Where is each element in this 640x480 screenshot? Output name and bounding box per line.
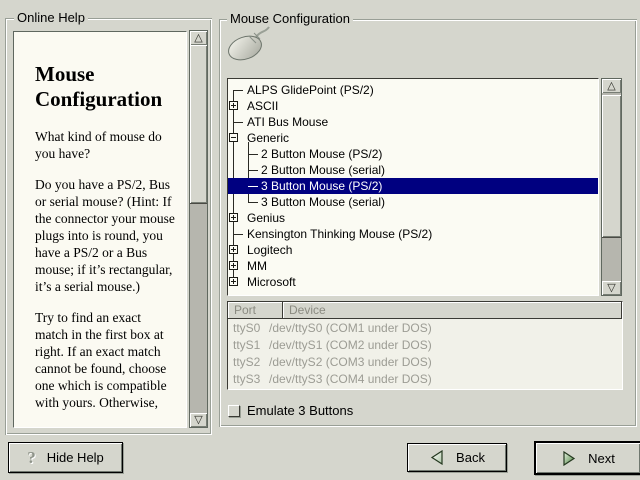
emulate-3-buttons-label: Emulate 3 Buttons	[247, 403, 353, 418]
tree-branch-tick	[248, 170, 258, 171]
tree-item-label: 2 Button Mouse (PS/2)	[261, 146, 382, 162]
port-column-header[interactable]: Port	[228, 302, 283, 319]
tree-item-label: Genius	[247, 210, 285, 226]
serial-port-row: ttyS3/dev/ttyS3 (COM4 under DOS)	[228, 371, 622, 388]
tree-row[interactable]: Microsoft	[228, 274, 598, 290]
back-button-label: Back	[456, 450, 485, 465]
tree-branch-tick	[248, 202, 258, 203]
tree-row[interactable]: ALPS GlidePoint (PS/2)	[228, 82, 598, 98]
tree-item-label: ASCII	[247, 98, 278, 114]
tree-branch-tick	[233, 90, 243, 91]
tree-item-label: Microsoft	[247, 274, 296, 290]
help-heading: Mouse Configuration	[35, 62, 177, 112]
tree-row[interactable]: 3 Button Mouse (serial)	[228, 194, 598, 210]
tree-row[interactable]: Generic	[228, 130, 598, 146]
tree-item-label: ALPS GlidePoint (PS/2)	[247, 82, 374, 98]
device-cell: /dev/ttyS3 (COM4 under DOS)	[269, 371, 432, 388]
help-paragraph: What kind of mouse do you have?	[35, 128, 177, 162]
tree-item-label: 3 Button Mouse (serial)	[261, 194, 385, 210]
tree-item-label: ATI Bus Mouse	[247, 114, 328, 130]
tree-row[interactable]: 3 Button Mouse (PS/2)	[228, 178, 598, 194]
tree-row[interactable]: MM	[228, 258, 598, 274]
tree-branch-tick	[248, 186, 258, 187]
serial-port-row: ttyS2/dev/ttyS2 (COM3 under DOS)	[228, 354, 622, 371]
tree-row[interactable]: 2 Button Mouse (PS/2)	[228, 146, 598, 162]
tree-item-label: 2 Button Mouse (serial)	[261, 162, 385, 178]
device-cell: /dev/ttyS2 (COM3 under DOS)	[269, 354, 432, 371]
port-cell: ttyS0	[233, 320, 260, 337]
mouse-model-tree[interactable]: ALPS GlidePoint (PS/2)ASCIIATI Bus Mouse…	[227, 78, 599, 296]
tree-row[interactable]: Genius	[228, 210, 598, 226]
device-cell: /dev/ttyS1 (COM2 under DOS)	[269, 337, 432, 354]
tree-row[interactable]: Kensington Thinking Mouse (PS/2)	[228, 226, 598, 242]
expand-plus-icon[interactable]	[229, 261, 238, 270]
device-cell: /dev/ttyS0 (COM1 under DOS)	[269, 320, 432, 337]
port-cell: ttyS1	[233, 337, 260, 354]
back-arrow-icon	[429, 450, 445, 465]
port-cell: ttyS2	[233, 354, 260, 371]
online-help-frame-label: Online Help	[14, 11, 88, 25]
next-arrow-icon	[561, 451, 577, 466]
scroll-up-icon[interactable]: △	[190, 31, 207, 45]
tree-item-label: Generic	[247, 130, 289, 146]
tree-item-label: MM	[247, 258, 267, 274]
help-paragraph: Try to find an exact match in the first …	[35, 309, 177, 411]
expand-plus-icon[interactable]	[229, 245, 238, 254]
hide-help-button-label: Hide Help	[47, 450, 104, 465]
tree-branch-tick	[233, 234, 243, 235]
tree-scrollbar-thumb[interactable]	[602, 95, 621, 238]
tree-row[interactable]: Logitech	[228, 242, 598, 258]
help-paragraph: Do you have a PS/2, Bus or serial mouse?…	[35, 176, 177, 295]
scroll-down-icon[interactable]: ▽	[602, 281, 621, 295]
scroll-down-icon[interactable]: ▽	[190, 413, 207, 427]
serial-port-row: ttyS0/dev/ttyS0 (COM1 under DOS)	[228, 320, 622, 337]
tree-row[interactable]: ASCII	[228, 98, 598, 114]
serial-port-table: Port Device ttyS0/dev/ttyS0 (COM1 under …	[227, 301, 623, 390]
tree-scrollbar[interactable]: △ ▽	[601, 78, 622, 296]
tree-item-label: 3 Button Mouse (PS/2)	[261, 178, 382, 194]
next-button[interactable]: Next	[534, 441, 640, 475]
help-text-area: Mouse Configuration What kind of mouse d…	[13, 31, 187, 428]
tree-item-label: Kensington Thinking Mouse (PS/2)	[247, 226, 432, 242]
expand-plus-icon[interactable]	[229, 101, 238, 110]
expand-plus-icon[interactable]	[229, 213, 238, 222]
tree-branch-tick	[248, 154, 258, 155]
hide-help-button[interactable]: ? Hide Help	[8, 442, 123, 473]
scroll-up-icon[interactable]: △	[602, 79, 621, 93]
collapse-minus-icon[interactable]	[229, 133, 238, 142]
help-scrollbar[interactable]: △ ▽	[189, 30, 208, 428]
tree-branch-tick	[233, 122, 243, 123]
emulate-3-buttons-checkbox[interactable]	[228, 405, 240, 417]
back-button[interactable]: Back	[407, 443, 507, 472]
device-column-header[interactable]: Device	[283, 302, 622, 319]
help-paragraphs: What kind of mouse do you have? Do you ha…	[35, 128, 177, 411]
help-scrollbar-thumb[interactable]	[190, 45, 207, 204]
port-cell: ttyS3	[233, 371, 260, 388]
tree-row[interactable]: ATI Bus Mouse	[228, 114, 598, 130]
tree-item-label: Logitech	[247, 242, 292, 258]
question-mark-icon: ?	[27, 448, 36, 468]
next-button-label: Next	[588, 451, 615, 466]
mouse-icon	[225, 24, 271, 66]
tree-row[interactable]: 2 Button Mouse (serial)	[228, 162, 598, 178]
expand-plus-icon[interactable]	[229, 277, 238, 286]
installer-window: Online Help Mouse Configuration What kin…	[0, 0, 640, 480]
serial-port-row: ttyS1/dev/ttyS1 (COM2 under DOS)	[228, 337, 622, 354]
